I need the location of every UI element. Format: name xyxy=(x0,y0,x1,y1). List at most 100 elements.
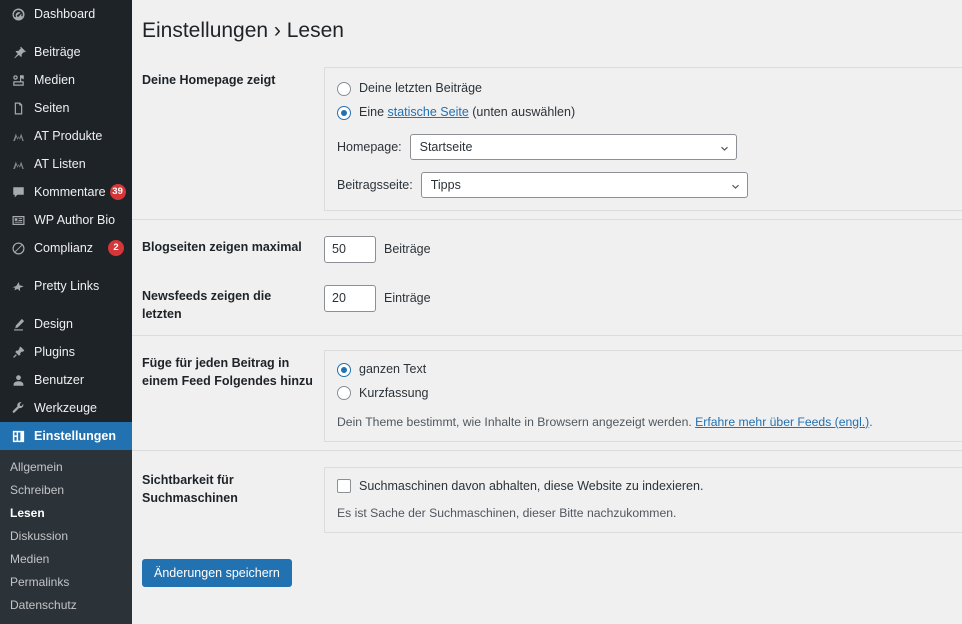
sidebar-item-kommentare[interactable]: Kommentare 39 xyxy=(0,178,132,206)
feed-help-link[interactable]: Erfahre mehr über Feeds (engl.) xyxy=(695,415,869,429)
sidebar-item-medien[interactable]: Medien xyxy=(0,66,132,94)
comments-icon xyxy=(9,183,27,201)
homepage-displays-fieldset: Deine letzten Beiträge Eine statische Se… xyxy=(324,67,962,211)
posts-per-page-input[interactable]: 50 xyxy=(324,235,376,263)
label-homepage-displays: Deine Homepage zeigt xyxy=(142,73,276,88)
radio-option-full-text[interactable]: ganzen Text xyxy=(337,360,950,379)
homepage-select-label: Homepage: xyxy=(337,139,402,154)
row-posts-per-page: Blogseiten zeigen maximal 50 Beiträge xyxy=(132,218,962,271)
dashboard-icon xyxy=(9,5,27,23)
at-lists-icon xyxy=(9,155,27,173)
label-posts-per-page: Blogseiten zeigen maximal xyxy=(132,218,324,271)
posts-page-select-label: Beitragsseite: xyxy=(337,177,413,192)
submenu-item-medien[interactable]: Medien xyxy=(0,548,132,571)
feed-help-text: Dein Theme bestimmt, wie Inhalte in Brow… xyxy=(337,413,950,431)
sidebar-item-at-listen[interactable]: AT Listen xyxy=(0,150,132,178)
label-search-engine-visibility: Sichtbarkeit für Suchmaschinen xyxy=(132,449,324,541)
posts-page-select[interactable]: Tipps xyxy=(420,171,748,198)
sidebar-item-wp-author-bio[interactable]: WP Author Bio xyxy=(0,206,132,234)
radio-latest-posts[interactable] xyxy=(337,81,351,96)
sidebar-item-plugins[interactable]: Plugins xyxy=(0,338,132,366)
row-homepage-displays: Deine Homepage zeigt Deine letzten Beitr… xyxy=(132,59,962,219)
discourage-search-label: Suchmaschinen davon abhalten, diese Webs… xyxy=(359,478,704,493)
label-feed-content: Füge für jeden Beitrag in einem Feed Fol… xyxy=(132,335,324,451)
admin-sidebar: Dashboard Beiträge Medien Seiten AT Prod… xyxy=(0,0,132,624)
wp-admin-screen: Dashboard Beiträge Medien Seiten AT Prod… xyxy=(0,0,962,624)
sidebar-item-einstellungen[interactable]: Einstellungen xyxy=(0,422,132,450)
sidebar-item-label: Medien xyxy=(34,72,75,87)
radio-latest-posts-label: Deine letzten Beiträge xyxy=(359,81,482,96)
row-feed-content: Füge für jeden Beitrag in einem Feed Fol… xyxy=(132,335,962,451)
cell-posts-per-page: 50 Beiträge xyxy=(324,218,962,271)
sidebar-item-seiten[interactable]: Seiten xyxy=(0,94,132,122)
checkbox-option-discourage-search[interactable]: Suchmaschinen davon abhalten, diese Webs… xyxy=(337,477,950,496)
submenu-item-datenschutz[interactable]: Datenschutz xyxy=(0,594,132,617)
complianz-badge: 2 xyxy=(108,240,124,256)
sidebar-item-at-produkte[interactable]: AT Produkte xyxy=(0,122,132,150)
settings-icon xyxy=(9,427,27,445)
homepage-select[interactable]: Startseite xyxy=(409,133,737,160)
search-visibility-fieldset: Suchmaschinen davon abhalten, diese Webs… xyxy=(324,466,962,533)
sidebar-item-benutzer[interactable]: Benutzer xyxy=(0,366,132,394)
static-page-link[interactable]: statische Seite xyxy=(388,105,469,119)
radio-full-text-label: ganzen Text xyxy=(359,362,427,377)
sidebar-item-label: WP Author Bio xyxy=(34,212,116,227)
page-title: Einstellungen › Lesen xyxy=(142,19,344,42)
media-icon xyxy=(9,71,27,89)
submenu-item-schreiben[interactable]: Schreiben xyxy=(0,479,132,502)
sidebar-item-label: Seiten xyxy=(34,100,70,115)
cell-posts-per-rss: 20 Einträge xyxy=(324,271,962,336)
sidebar-item-werkzeuge[interactable]: Werkzeuge xyxy=(0,394,132,422)
sidebar-item-label: AT Listen xyxy=(34,156,86,171)
sidebar-item-label: Complianz xyxy=(34,240,94,255)
sidebar-item-label: Beiträge xyxy=(34,44,81,59)
submenu-item-lesen[interactable]: Lesen xyxy=(0,502,132,525)
plugins-icon xyxy=(9,343,27,361)
radio-static-page[interactable] xyxy=(337,105,351,120)
sidebar-item-label: Benutzer xyxy=(34,372,85,387)
search-visibility-help-text: Es ist Sache der Suchmaschinen, dieser B… xyxy=(337,505,677,520)
cell-feed-content: ganzen Text Kurzfassung Dein Theme besti… xyxy=(324,335,962,451)
sidebar-item-label: Plugins xyxy=(34,344,75,359)
cell-homepage-displays: Deine letzten Beiträge Eine statische Se… xyxy=(324,59,962,219)
radio-full-text[interactable] xyxy=(337,362,351,377)
posts-per-rss-input[interactable]: 20 xyxy=(324,284,376,312)
label-posts-per-rss: Newsfeeds zeigen die letzten xyxy=(142,288,272,322)
feed-help-suffix: . xyxy=(869,414,873,429)
static-prefix-text: Eine xyxy=(359,105,388,120)
pin-icon xyxy=(9,43,27,61)
sidebar-item-label: AT Produkte xyxy=(34,128,103,143)
feed-help-prefix: Dein Theme bestimmt, wie Inhalte in Brow… xyxy=(337,414,696,429)
pages-icon xyxy=(9,99,27,117)
sidebar-item-label: Dashboard xyxy=(34,6,96,21)
radio-option-summary[interactable]: Kurzfassung xyxy=(337,384,950,403)
radio-summary[interactable] xyxy=(337,386,351,401)
sidebar-item-complianz[interactable]: Complianz 2 xyxy=(0,234,132,262)
settings-submenu: Allgemein Schreiben Lesen Diskussion Med… xyxy=(0,450,132,624)
pretty-links-icon xyxy=(9,277,27,295)
submenu-item-allgemein[interactable]: Allgemein xyxy=(0,456,132,479)
posts-per-rss-control: 20 Einträge xyxy=(324,284,962,312)
submenu-item-diskussion[interactable]: Diskussion xyxy=(0,525,132,548)
sidebar-item-label: Design xyxy=(34,316,73,331)
posts-page-select-value: Tipps xyxy=(430,177,461,192)
cell-search-engine-visibility: Suchmaschinen davon abhalten, diese Webs… xyxy=(324,449,962,541)
at-products-icon xyxy=(9,127,27,145)
complianz-icon xyxy=(9,239,27,257)
radio-option-static-page[interactable]: Eine statische Seite (unten auswählen) xyxy=(337,103,950,122)
radio-option-latest-posts[interactable]: Deine letzten Beiträge xyxy=(337,79,950,98)
row-posts-per-rss: Newsfeeds zeigen die letzten 20 Einträge xyxy=(132,271,962,336)
save-changes-button[interactable]: Änderungen speichern xyxy=(142,558,292,587)
author-bio-icon xyxy=(9,211,27,229)
radio-summary-label: Kurzfassung xyxy=(359,385,429,400)
sidebar-item-pretty-links[interactable]: Pretty Links xyxy=(0,272,132,300)
sidebar-item-dashboard[interactable]: Dashboard xyxy=(0,0,132,28)
sidebar-item-beitraege[interactable]: Beiträge xyxy=(0,38,132,66)
radio-static-page-label: Eine statische Seite (unten auswählen) xyxy=(359,103,575,122)
sidebar-item-design[interactable]: Design xyxy=(0,310,132,338)
submenu-item-permalinks[interactable]: Permalinks xyxy=(0,571,132,594)
discourage-search-checkbox[interactable] xyxy=(337,479,351,494)
